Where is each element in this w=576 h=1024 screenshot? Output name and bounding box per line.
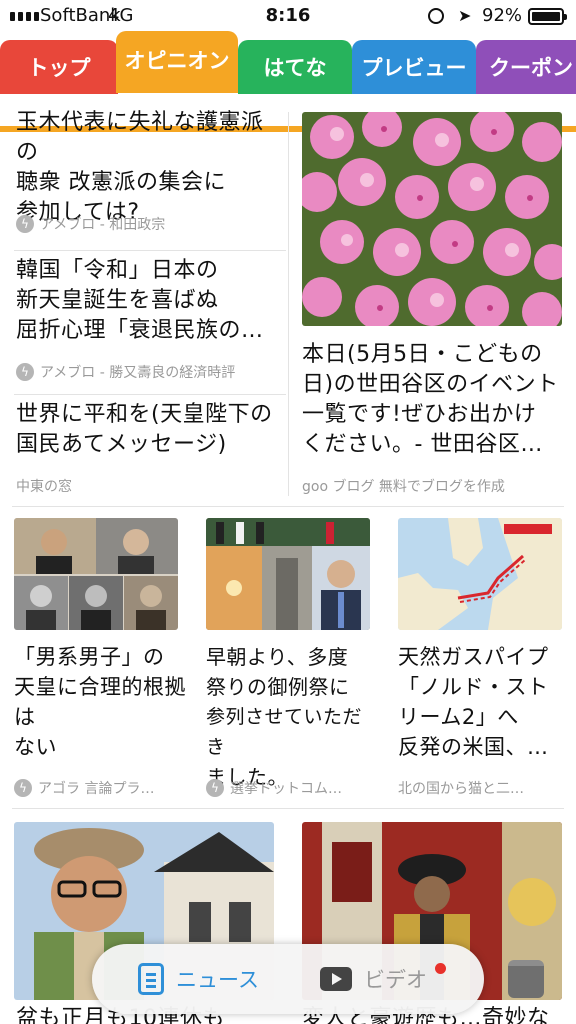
article-source: goo ブログ 無料でブログを作成 [302, 479, 505, 495]
tab-hatena[interactable]: はてな [238, 40, 352, 94]
shrine-festival-photo [206, 518, 370, 630]
bolt-icon: ϟ [14, 779, 32, 797]
tab-preview[interactable]: プレビュー [352, 40, 476, 94]
article-source: 中東の窓 [16, 479, 72, 495]
bolt-icon: ϟ [16, 215, 34, 233]
nav-video-label: ビデオ [364, 968, 427, 992]
status-bar: SoftBank 4G 8:16 ➤ 92% [0, 0, 576, 34]
article-title: 世界に平和を(天皇陛下の 国民あてメッセージ) [16, 402, 273, 457]
article-source: ϟ アゴラ 言論プラ… [14, 778, 180, 798]
nav-video[interactable]: ビデオ [320, 944, 427, 1014]
tabs-icon [508, 960, 544, 998]
azalea-flowers-photo [302, 112, 562, 326]
article-source: 北の国から猫と二… [398, 781, 524, 797]
location-icon: ➤ [458, 6, 472, 25]
notification-badge [435, 963, 446, 974]
bottom-nav: ニュース ビデオ [92, 944, 544, 1014]
article-title: 天然ガスパイプ 「ノルド・スト リーム2」へ 反発の米国、… [398, 645, 549, 759]
video-icon [320, 967, 352, 991]
article-source: ϟ 選挙ドットコム… [206, 778, 366, 798]
battery-icon [528, 8, 567, 25]
article-title: 玉木代表に失礼な護憲派の 聴衆 改憲派の集会に 参加しては? [16, 110, 264, 225]
category-tabs: トップ はてな プレビュー クーポン オピニオン [0, 31, 576, 132]
nav-news[interactable]: ニュース [138, 944, 259, 1014]
divider [12, 506, 564, 507]
battery-percent: 92% [482, 5, 523, 26]
article-title: 早朝より、多度 祭りの御例祭に 参列させていただき ました。 [206, 645, 363, 789]
nav-news-label: ニュース [176, 968, 259, 992]
article-title: 韓国「令和」日本の 新天皇誕生を喜ばぬ 屈折心理「衰退民族の… [16, 258, 264, 343]
divider [12, 808, 564, 809]
pipeline-map [398, 518, 562, 630]
bolt-icon: ϟ [206, 779, 224, 797]
tab-opinion[interactable]: オピニオン [116, 31, 238, 93]
divider [14, 394, 286, 395]
article-source: ϟ アメブロ - 勝又壽良の経済時評 [16, 362, 280, 382]
article-source: ϟ アメブロ - 和田政宗 [16, 214, 280, 234]
column-divider [288, 112, 289, 496]
article-title: 「男系男子」の 天皇に合理的根拠は ない [14, 645, 186, 759]
bolt-icon: ϟ [16, 363, 34, 381]
divider [14, 250, 286, 251]
rotation-lock-icon [428, 8, 444, 24]
article-title: 本日(5月5日・こどもの 日)の世田谷区のイベント 一覧です!ぜひお出かけ ください。… [302, 342, 559, 457]
nav-tabs[interactable] [508, 944, 568, 1014]
tab-coupon[interactable]: クーポン [476, 40, 576, 94]
tab-top[interactable]: トップ [0, 40, 118, 94]
emperors-portraits-photo [14, 518, 178, 630]
news-icon [138, 963, 164, 995]
